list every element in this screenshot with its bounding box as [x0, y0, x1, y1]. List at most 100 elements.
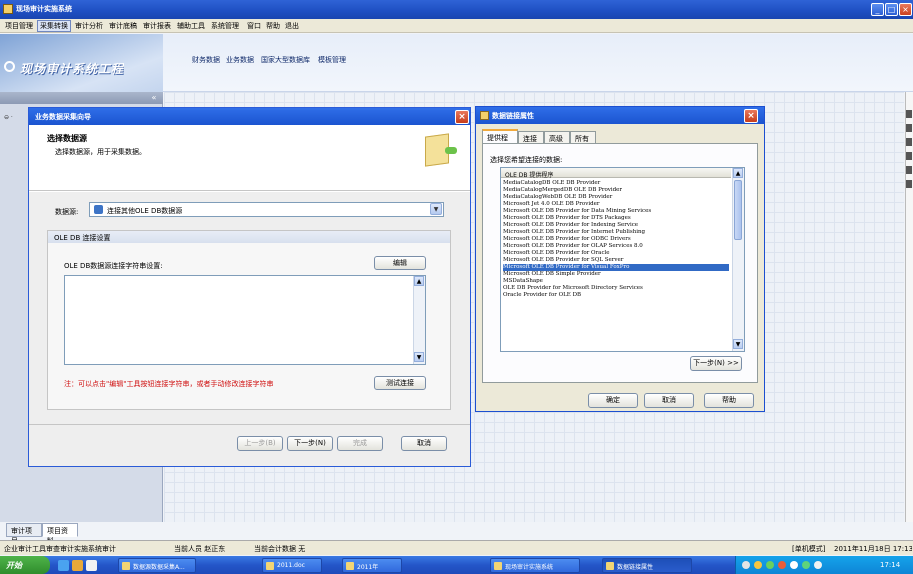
conn-string-textarea[interactable]: ▲ ▼ [64, 275, 426, 365]
taskbar-item-data-link[interactable]: 数据链接属性 [602, 558, 692, 573]
side-tab-icon[interactable] [906, 124, 912, 132]
tray-input-icon[interactable] [814, 561, 822, 569]
tab-connection[interactable]: 连接 [518, 131, 544, 143]
side-tab-icon[interactable] [906, 110, 912, 118]
list-item[interactable]: Microsoft OLE DB Provider for DTS Packag… [503, 215, 729, 222]
tray-alert-icon[interactable] [778, 561, 786, 569]
side-tab-icon[interactable] [906, 138, 912, 146]
list-item[interactable]: Microsoft OLE DB Provider for Indexing S… [503, 222, 729, 229]
taskbar-item-collect[interactable]: 数据源数据采集A... [118, 558, 196, 573]
scroll-down-icon[interactable]: ▼ [733, 339, 743, 349]
group-title: OLE DB 连接设置 [54, 234, 111, 242]
scroll-up-icon[interactable]: ▲ [414, 276, 424, 286]
collapse-panel-icon[interactable]: « [149, 93, 159, 103]
side-tab-icon[interactable] [906, 152, 912, 160]
logo-emblem-icon [4, 61, 15, 72]
side-tab-icon[interactable] [906, 180, 912, 188]
menu-project[interactable]: 项目管理 [3, 21, 35, 31]
tray-network-icon[interactable] [742, 561, 750, 569]
quicklaunch-media-icon[interactable] [72, 560, 83, 571]
menu-working-papers[interactable]: 审计底稿 [107, 21, 139, 31]
window-icon [494, 562, 502, 570]
cancel-button[interactable]: 取消 [401, 436, 447, 451]
ok-button[interactable]: 确定 [588, 393, 638, 408]
toolbar-national-database[interactable]: 国家大型数据库 [261, 55, 310, 65]
list-item[interactable]: Microsoft OLE DB Provider for Data Minin… [503, 208, 729, 215]
toolbar-business-data[interactable]: 业务数据 [226, 55, 254, 65]
tray-security-icon[interactable] [754, 561, 762, 569]
dlp-next-button[interactable]: 下一步(N) >> [690, 356, 742, 371]
help-button[interactable]: 帮助 [704, 393, 754, 408]
menu-collect-convert[interactable]: 采集转换 [37, 20, 71, 32]
toolbar-financial-data[interactable]: 财务数据 [192, 55, 220, 65]
datasource-select[interactable]: 连接其他OLE DB数据源 ▼ [89, 202, 444, 217]
list-item[interactable]: Microsoft OLE DB Provider for OLAP Servi… [503, 243, 729, 250]
menu-system[interactable]: 系统管理 [209, 21, 241, 31]
scroll-down-icon[interactable]: ▼ [414, 352, 424, 362]
status-current-data: 当前会计数据 无 [254, 545, 306, 553]
tab-provider[interactable]: 提供程序 [482, 129, 518, 152]
tray-app-icon[interactable] [766, 561, 774, 569]
list-item[interactable]: MediaCatalogWebDB OLE DB Provider [503, 194, 729, 201]
toolbar-template-manage[interactable]: 模板管理 [318, 55, 346, 65]
window-icon [122, 562, 130, 570]
tree-expander-icon[interactable]: ⊖ · [4, 114, 18, 122]
menu-bar: 项目管理 采集转换 审计分析 审计底稿 审计报表 辅助工具 系统管理 窗口 帮助… [0, 19, 913, 33]
wizard-body: 数据源: 连接其他OLE DB数据源 ▼ OLE DB 连接设置 OLE DB数… [29, 192, 470, 424]
list-item-selected[interactable]: Microsoft OLE DB Provider for Visual Fox… [503, 264, 729, 271]
list-item[interactable]: Microsoft OLE DB Provider for Oracle [503, 250, 729, 257]
green-arrow-icon [445, 147, 457, 154]
close-app-button[interactable]: × [899, 3, 912, 16]
list-item[interactable]: MSDataShape [503, 278, 729, 285]
quicklaunch-desktop-icon[interactable] [86, 560, 97, 571]
dlp-close-button[interactable]: × [744, 109, 758, 123]
list-item[interactable]: Microsoft OLE DB Provider for Internet P… [503, 229, 729, 236]
taskbar-item-doc[interactable]: 2011.doc [262, 558, 322, 573]
dlp-cancel-button[interactable]: 取消 [644, 393, 694, 408]
wizard-header: 选择数据源 选择数据源，用于采集数据。 [29, 125, 470, 191]
scroll-up-icon[interactable]: ▲ [733, 168, 743, 178]
menu-window[interactable]: 窗口 [245, 21, 263, 31]
quicklaunch-ie-icon[interactable] [58, 560, 69, 571]
edit-button[interactable]: 编辑 [374, 256, 426, 270]
tab-all[interactable]: 所有 [570, 131, 596, 143]
maximize-button[interactable]: □ [885, 3, 898, 16]
tray-volume-icon[interactable] [790, 561, 798, 569]
menu-help[interactable]: 帮助 [264, 21, 282, 31]
provider-listbox[interactable]: OLE DB 提供程序 MediaCatalogDB OLE DB Provid… [500, 167, 745, 352]
side-tab-icon[interactable] [906, 166, 912, 174]
test-connection-button[interactable]: 测试连接 [374, 376, 426, 390]
scroll-thumb[interactable] [734, 180, 742, 240]
prev-button[interactable]: 上一步(B) [237, 436, 283, 451]
minimize-button[interactable]: _ [871, 3, 884, 16]
menu-audit-reports[interactable]: 审计报表 [141, 21, 173, 31]
list-item[interactable]: Microsoft OLE DB Provider for ODBC Drive… [503, 236, 729, 243]
tab-advanced[interactable]: 高级 [544, 131, 570, 143]
wizard-close-button[interactable]: × [455, 110, 469, 124]
menu-tools[interactable]: 辅助工具 [175, 21, 207, 31]
list-item[interactable]: Oracle Provider for OLE DB [503, 292, 729, 299]
app-icon [3, 4, 13, 14]
list-item[interactable]: MediaCatalogDB OLE DB Provider [503, 180, 729, 187]
next-button[interactable]: 下一步(N) [287, 436, 333, 451]
list-item[interactable]: MediaCatalogMergedDB OLE DB Provider [503, 187, 729, 194]
tab-project-materials[interactable]: 项目资料 [42, 523, 78, 545]
taskbar-item-audit-system[interactable]: 现场审计实施系统 [490, 558, 580, 573]
app-title-bar: 现场审计实施系统 _ □ × [0, 0, 913, 19]
list-item[interactable]: Microsoft OLE DB Provider for SQL Server [503, 257, 729, 264]
list-item[interactable]: OLE DB Provider for Microsoft Directory … [503, 285, 729, 292]
textarea-scrollbar[interactable]: ▲ ▼ [413, 276, 425, 364]
tab-audit-project[interactable]: 审计项目 [6, 523, 42, 545]
menu-exit[interactable]: 退出 [283, 21, 301, 31]
chevron-down-icon[interactable]: ▼ [430, 203, 442, 215]
finish-button[interactable]: 完成 [337, 436, 383, 451]
start-button[interactable]: 开始 [0, 556, 50, 574]
datasource-value: 连接其他OLE DB数据源 [107, 207, 183, 215]
menu-audit-analysis[interactable]: 审计分析 [73, 21, 105, 31]
wizard-footer: 上一步(B) 下一步(N) 完成 取消 [29, 424, 470, 466]
list-item[interactable]: Microsoft OLE DB Simple Provider [503, 271, 729, 278]
taskbar-item-folder[interactable]: 2011年 [342, 558, 402, 573]
list-item[interactable]: Microsoft Jet 4.0 OLE DB Provider [503, 201, 729, 208]
tray-status-icon[interactable] [802, 561, 810, 569]
provider-scrollbar[interactable]: ▲ ▼ [732, 168, 744, 351]
